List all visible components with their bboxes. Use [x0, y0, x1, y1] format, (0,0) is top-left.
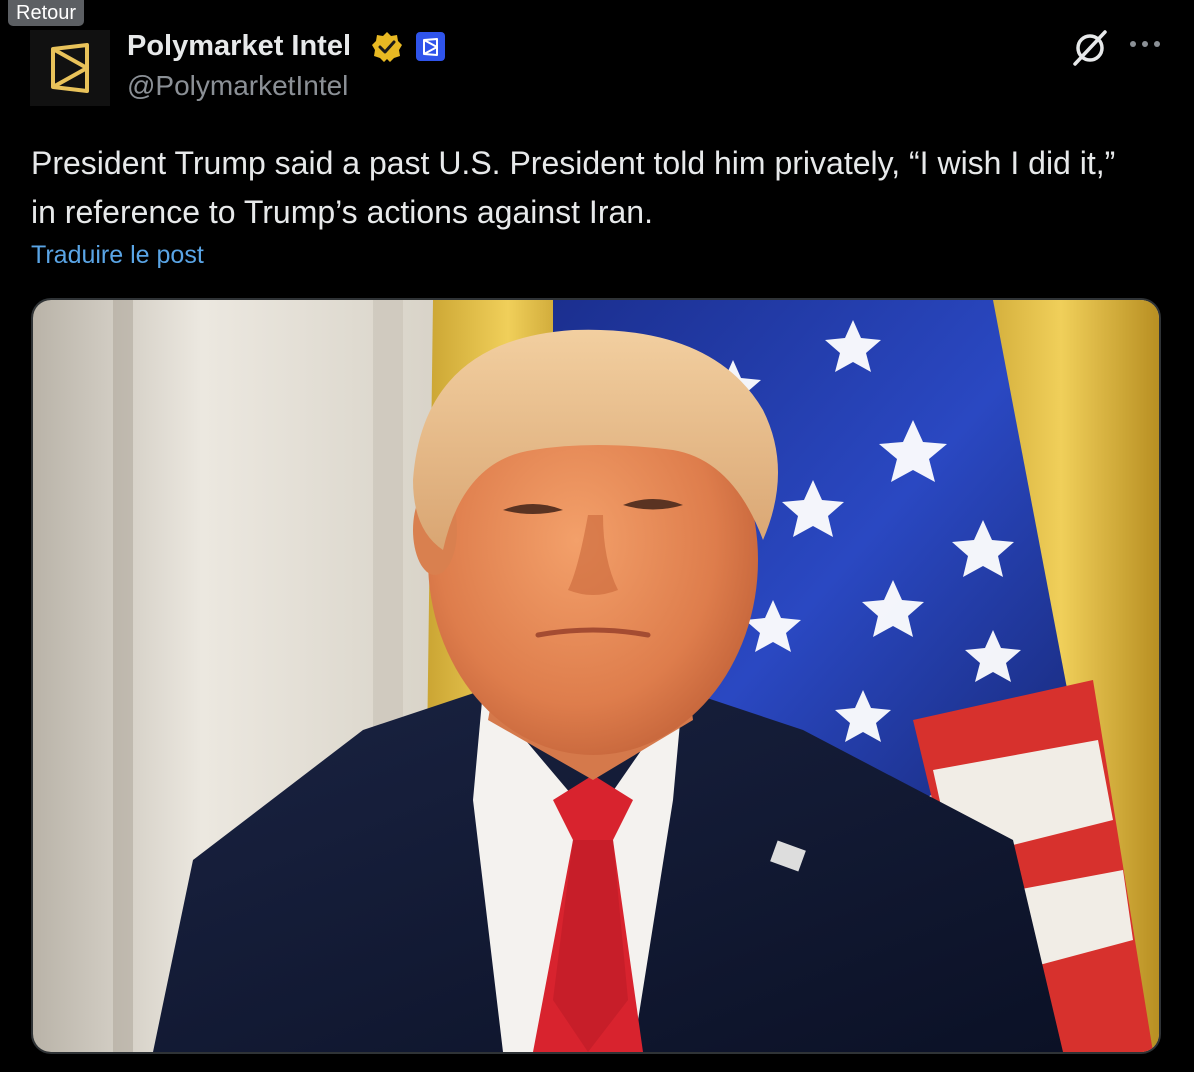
- affiliate-badge-icon[interactable]: [416, 32, 445, 61]
- translate-post-link[interactable]: Traduire le post: [31, 241, 204, 270]
- grok-icon[interactable]: [1070, 28, 1110, 68]
- back-tooltip: Retour: [8, 0, 85, 26]
- post-text: President Trump said a past U.S. Preside…: [31, 145, 1116, 230]
- post-image[interactable]: [31, 298, 1161, 1054]
- avatar[interactable]: [30, 30, 110, 106]
- author-handle[interactable]: @PolymarketIntel: [127, 70, 348, 102]
- author-display-name[interactable]: Polymarket Intel: [127, 28, 351, 64]
- post-view: Retour Polymarket Intel @PolymarketIntel: [0, 0, 1194, 1072]
- post-photo: [33, 300, 1159, 1052]
- polymarket-logo-icon: [51, 43, 89, 93]
- verified-badge-icon: [372, 32, 402, 62]
- more-options-icon[interactable]: [1128, 34, 1162, 54]
